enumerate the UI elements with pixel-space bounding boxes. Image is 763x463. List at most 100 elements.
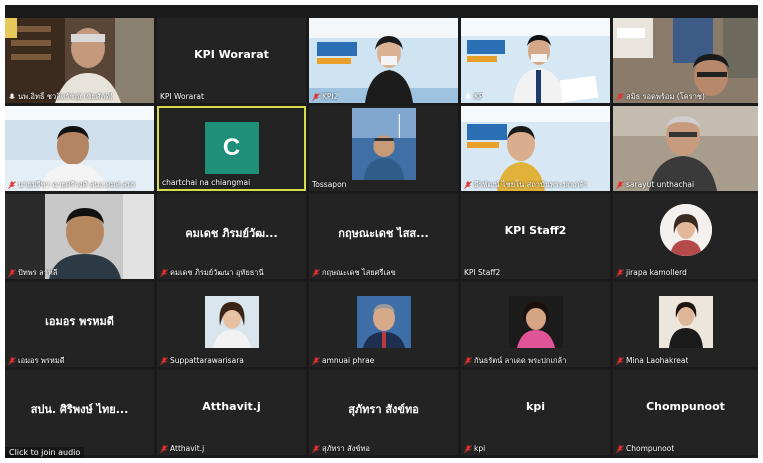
participant-tile[interactable]: amnuai phrae	[309, 282, 458, 367]
muted-mic-icon	[464, 356, 472, 365]
participant-name: sarayut unthachai	[616, 180, 694, 189]
muted-mic-icon	[312, 356, 320, 365]
muted-mic-icon	[312, 268, 320, 277]
participant-tile[interactable]: เอมอร พรหมดี เอมอร พรหมดี	[5, 282, 154, 367]
participant-tile-active-speaker[interactable]: C chartchai na chiangmai	[157, 106, 306, 191]
participant-name-text: Mina Laohakreat	[626, 356, 689, 365]
video-feed	[5, 194, 154, 279]
participant-caption: กฤษณะเดช ไสส...	[338, 227, 429, 240]
participant-tile[interactable]: คมเดช ภิรมย์วัฒ... คมเดช ภิรมย์วัฒนา อุท…	[157, 194, 306, 279]
muted-mic-icon	[160, 356, 168, 365]
participant-tile[interactable]: สปน. ศิริพงษ์ ไทย...	[5, 370, 154, 455]
participant-tile[interactable]: กันธรัตน์ ลาเดด พระปกเกล้า	[461, 282, 610, 367]
join-audio-link[interactable]: Click to join audio	[5, 447, 85, 458]
participant-name: jirapa kamollerd	[616, 268, 687, 277]
muted-mic-icon	[616, 92, 624, 101]
muted-mic-icon	[8, 268, 16, 277]
video-feed	[613, 18, 758, 103]
video-grid: นพ.อิทธิ์ ชวลิตรัชญ์ (ชัยศักดิ์) KPI Wor…	[5, 5, 758, 458]
muted-mic-icon	[8, 180, 16, 189]
participant-name-text: เอมอร พรหมดี	[18, 356, 65, 365]
participant-caption: kpi	[526, 400, 545, 413]
video-feed	[461, 106, 610, 191]
participant-caption: เอมอร พรหมดี	[45, 315, 114, 328]
participant-tile[interactable]: jirapa kamollerd	[613, 194, 758, 279]
participant-caption: สุภัทรา สังข์ทอ	[348, 403, 419, 416]
video-feed	[351, 108, 416, 180]
muted-mic-icon	[616, 444, 624, 453]
participant-tile[interactable]: KPI2	[309, 18, 458, 103]
participant-name-text: สมิธ รอดพร้อม (โคราช)	[626, 92, 705, 101]
participant-name: chartchai na chiangmai	[162, 178, 250, 187]
participant-tile[interactable]: Suppattarawarisara	[157, 282, 306, 367]
participant-name: Chompunoot	[616, 444, 674, 453]
participant-name-text: Tossapon	[312, 180, 347, 189]
participant-name-text: sarayut unthachai	[626, 180, 695, 189]
participant-tile[interactable]: Tossapon	[309, 106, 458, 191]
participant-tile[interactable]: Chompunoot Chompunoot	[613, 370, 758, 455]
participant-name: Suppattarawarisara	[160, 356, 244, 365]
participant-tile[interactable]: Atthavit.j Atthavit.j	[157, 370, 306, 455]
participant-tile[interactable]: สมิธ รอดพร้อม (โคราช)	[613, 18, 758, 103]
participant-name-text: ธีรพัฒน์ ไชยโน สถาบันพระปกเกล้า	[474, 180, 589, 189]
participant-tile[interactable]: นพ.อิทธิ์ ชวลิตรัชญ์ (ชัยศักดิ์)	[5, 18, 154, 103]
participant-name-text: KPI Worarat	[160, 92, 204, 101]
profile-photo	[658, 296, 713, 348]
participant-caption: KPI Worarat	[194, 48, 269, 61]
video-feed	[613, 106, 758, 191]
participant-name: นายปรีชา ฉายศรีวงศ์ สนง.คมส.สปร	[8, 180, 136, 189]
muted-mic-icon	[616, 180, 624, 189]
participant-name: Atthavit.j	[160, 444, 204, 453]
participant-name-text: chartchai na chiangmai	[162, 178, 251, 187]
participant-tile[interactable]: Mina Laohakreat	[613, 282, 758, 367]
participant-tile[interactable]: KPI Worarat KPI Worarat	[157, 18, 306, 103]
muted-mic-icon	[160, 444, 168, 453]
participant-name-text: คมเดช ภิรมย์วัฒนา อุทัยธานี	[170, 268, 264, 277]
profile-photo	[659, 204, 712, 256]
participant-tile[interactable]: KP	[461, 18, 610, 103]
profile-photo	[204, 296, 259, 348]
participant-name: นพ.อิทธิ์ ชวลิตรัชญ์ (ชัยศักดิ์)	[8, 92, 113, 101]
participant-name: ปัทพร ลาหลี	[8, 268, 57, 277]
participant-tile[interactable]: ปัทพร ลาหลี	[5, 194, 154, 279]
video-feed	[5, 18, 154, 103]
muted-mic-icon	[464, 444, 472, 453]
participant-tile[interactable]: sarayut unthachai	[613, 106, 758, 191]
participant-name-text: KPI2	[322, 92, 339, 101]
participant-name-text: amnuai phrae	[322, 356, 375, 365]
participant-caption: Atthavit.j	[202, 400, 261, 413]
profile-photo	[356, 296, 411, 348]
participant-tile[interactable]: KPI Staff2 KPI Staff2	[461, 194, 610, 279]
participant-name: KPI Worarat	[160, 92, 204, 101]
participant-name: amnuai phrae	[312, 356, 374, 365]
participant-name-text: ปัทพร ลาหลี	[18, 268, 58, 277]
participant-name: สุภัทรา สังข์ทอ	[312, 444, 370, 453]
video-feed	[461, 18, 610, 103]
participant-caption: KPI Staff2	[504, 224, 567, 237]
profile-photo	[508, 296, 563, 348]
muted-mic-icon	[8, 356, 16, 365]
participant-tile[interactable]: กฤษณะเดช ไสส... กฤษณะเดช ไสยศรีเลข	[309, 194, 458, 279]
muted-mic-icon	[312, 444, 320, 453]
participant-caption: Chompunoot	[646, 400, 725, 413]
participant-name-text: jirapa kamollerd	[626, 268, 687, 277]
participant-tile[interactable]: ธีรพัฒน์ ไชยโน สถาบันพระปกเกล้า	[461, 106, 610, 191]
participant-name-text: Atthavit.j	[170, 444, 205, 453]
participant-name: เอมอร พรหมดี	[8, 356, 65, 365]
participant-name-text: KPI Staff2	[464, 268, 501, 277]
participant-name: KPI2	[312, 92, 338, 101]
participant-name-text: สุภัทรา สังข์ทอ	[322, 444, 370, 453]
participant-tile[interactable]: kpi kpi	[461, 370, 610, 455]
participant-caption: สปน. ศิริพงษ์ ไทย...	[30, 403, 129, 416]
muted-mic-icon	[160, 268, 168, 277]
participant-caption: คมเดช ภิรมย์วัฒ...	[185, 227, 278, 240]
participant-name: KP	[464, 92, 483, 101]
participant-tile[interactable]: สุภัทรา สังข์ทอ สุภัทรา สังข์ทอ	[309, 370, 458, 455]
participant-name-text: Chompunoot	[626, 444, 675, 453]
participant-name: กันธรัตน์ ลาเดด พระปกเกล้า	[464, 356, 566, 365]
mic-icon	[8, 93, 16, 101]
participant-name-text: KP	[474, 92, 484, 101]
participant-name-text: กันธรัตน์ ลาเดด พระปกเกล้า	[474, 356, 567, 365]
participant-tile[interactable]: นายปรีชา ฉายศรีวงศ์ สนง.คมส.สปร	[5, 106, 154, 191]
mic-icon	[464, 93, 472, 101]
